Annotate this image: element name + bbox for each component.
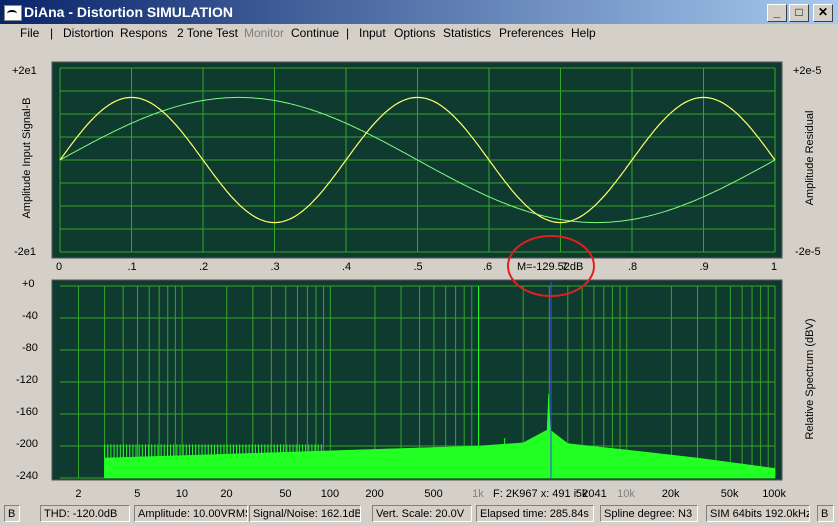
top-x-tick-label: .2 — [199, 261, 209, 273]
bottom-y-tick-label: +0 — [22, 278, 35, 290]
status-sim: SIM 64bits 192.0kHz — [706, 505, 810, 522]
status-vert-scale: Vert. Scale: 20.0V — [372, 505, 472, 522]
bottom-y-tick-label: -200 — [16, 438, 39, 450]
status-signal-noise: Signal/Noise: 162.1dB — [249, 505, 361, 522]
status-b-left: B — [4, 505, 20, 522]
bottom-x-tick-label: 200 — [365, 488, 384, 500]
status-b-right: B — [817, 505, 834, 522]
status-elapsed: Elapsed time: 285.84s — [476, 505, 594, 522]
bottom-x-tick-label: 10k — [617, 488, 635, 500]
top-right-max: +2e-5 — [793, 65, 822, 77]
top-left-min: -2e1 — [14, 246, 37, 258]
top-x-tick-label: 0 — [56, 261, 63, 273]
bottom-right-axis-label: Relative Spectrum (dBV) — [804, 318, 816, 440]
top-x-tick-label: 1 — [771, 261, 778, 273]
bottom-x-tick-label: 10 — [175, 488, 188, 500]
bottom-y-tick-label: -240 — [16, 470, 39, 482]
status-amplitude: Amplitude: 10.00VRMS — [134, 505, 248, 522]
bottom-x-tick-label: 100k — [762, 488, 787, 500]
top-x-tick-label: .8 — [628, 261, 638, 273]
bottom-x-tick-label: 50k — [720, 488, 739, 500]
bottom-x-tick-label: 1k — [472, 488, 484, 500]
marker-readout: M=-129.52dB — [517, 261, 584, 273]
bottom-x-tick-label: 500 — [424, 488, 443, 500]
bottom-y-tick-label: -160 — [16, 406, 39, 418]
top-x-tick-label: .9 — [699, 261, 709, 273]
status-bar: B THD: -120.0dB Amplitude: 10.00VRMS Sig… — [0, 503, 838, 526]
top-x-tick-label: .6 — [483, 261, 493, 273]
cursor-readout: F: 2K967 x: 491 i: 2041 — [493, 488, 607, 500]
bottom-y-tick-label: -80 — [22, 342, 38, 354]
status-spline: Spline degree: N3 — [600, 505, 698, 522]
bottom-x-tick-label: 20 — [220, 488, 233, 500]
top-right-axis-label: Amplitude Residual — [804, 110, 816, 206]
status-thd: THD: -120.0dB — [40, 505, 130, 522]
top-right-min: -2e-5 — [795, 246, 821, 258]
top-x-tick-label: .4 — [342, 261, 352, 273]
bottom-x-tick-label: 20k — [661, 488, 680, 500]
top-x-tick-label: .5 — [413, 261, 423, 273]
top-x-tick-label: .3 — [270, 261, 280, 273]
bottom-x-tick-label: 2 — [75, 488, 82, 500]
bottom-x-tick-label: 50 — [279, 488, 292, 500]
top-left-max: +2e1 — [12, 65, 37, 77]
top-left-axis-label: Amplitude Input Signal-B — [21, 97, 33, 219]
bottom-x-tick-label: 5 — [134, 488, 141, 500]
bottom-y-tick-label: -120 — [16, 374, 39, 386]
bottom-y-tick-label: -40 — [22, 310, 38, 322]
bottom-x-tick-label: 100 — [320, 488, 340, 500]
top-x-tick-label: .1 — [127, 261, 137, 273]
